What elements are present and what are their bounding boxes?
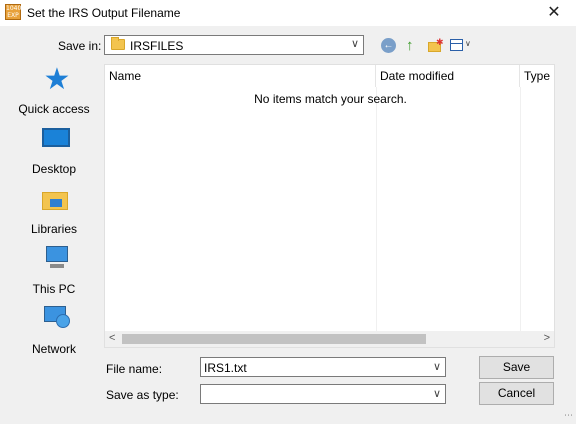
new-folder-icon[interactable]: ✱ bbox=[427, 37, 445, 55]
horizontal-scrollbar[interactable]: < > bbox=[105, 331, 554, 347]
computer-icon bbox=[42, 246, 72, 272]
chevron-down-icon[interactable]: ∨ bbox=[433, 387, 441, 400]
save-as-type-label: Save as type: bbox=[106, 388, 179, 402]
place-network[interactable]: Network bbox=[4, 300, 104, 360]
save-as-type-dropdown[interactable]: ∨ bbox=[200, 384, 446, 404]
view-menu-icon[interactable]: ∨ bbox=[449, 37, 475, 55]
app-icon: 1040 EXP bbox=[5, 4, 22, 20]
save-button[interactable]: Save bbox=[479, 356, 554, 379]
scroll-left-icon[interactable]: < bbox=[109, 332, 115, 344]
column-header-name[interactable]: Name bbox=[105, 65, 376, 87]
desktop-icon bbox=[42, 128, 70, 147]
network-icon bbox=[42, 306, 72, 334]
save-in-dropdown[interactable]: IRSFILES ∨ bbox=[104, 35, 364, 55]
save-in-value: IRSFILES bbox=[130, 39, 184, 53]
chevron-down-icon[interactable]: ∨ bbox=[351, 37, 359, 50]
place-label: Quick access bbox=[18, 102, 90, 116]
up-folder-icon[interactable]: ↑ bbox=[404, 37, 422, 55]
title-bar: 1040 EXP Set the IRS Output Filename ✕ bbox=[0, 0, 576, 26]
star-icon: ★ bbox=[43, 63, 71, 96]
place-label: Network bbox=[31, 342, 76, 356]
place-desktop[interactable]: Desktop bbox=[4, 120, 104, 180]
chevron-down-icon[interactable]: ∨ bbox=[433, 360, 441, 373]
resize-grip-icon[interactable]: ⋯ bbox=[564, 410, 573, 421]
file-name-label: File name: bbox=[106, 362, 163, 376]
window-title: Set the IRS Output Filename bbox=[27, 6, 181, 20]
file-name-value: IRS1.txt bbox=[204, 361, 247, 375]
folder-icon bbox=[111, 37, 125, 50]
column-divider bbox=[520, 87, 521, 332]
column-header-date-modified[interactable]: Date modified bbox=[376, 65, 520, 87]
place-label: Libraries bbox=[30, 222, 78, 236]
place-label: Desktop bbox=[31, 162, 77, 176]
scroll-right-icon[interactable]: > bbox=[544, 332, 550, 344]
close-button[interactable]: ✕ bbox=[544, 3, 564, 23]
save-in-label: Save in: bbox=[58, 39, 102, 53]
file-name-input[interactable]: IRS1.txt ∨ bbox=[200, 357, 446, 377]
place-this-pc[interactable]: This PC bbox=[4, 240, 104, 300]
libraries-icon bbox=[42, 188, 68, 210]
place-label: This PC bbox=[32, 282, 76, 296]
column-header-type[interactable]: Type bbox=[520, 65, 560, 87]
empty-message: No items match your search. bbox=[254, 92, 407, 106]
place-quick-access[interactable]: ★ Quick access bbox=[4, 60, 104, 120]
file-list[interactable]: Name Date modified Type No items match y… bbox=[104, 64, 555, 348]
back-icon[interactable]: ← bbox=[380, 37, 398, 55]
scroll-thumb[interactable] bbox=[122, 334, 426, 344]
place-libraries[interactable]: Libraries bbox=[4, 180, 104, 240]
places-bar: ★ Quick access Desktop Libraries This PC… bbox=[4, 60, 100, 360]
cancel-button[interactable]: Cancel bbox=[479, 382, 554, 405]
column-divider bbox=[376, 87, 377, 332]
